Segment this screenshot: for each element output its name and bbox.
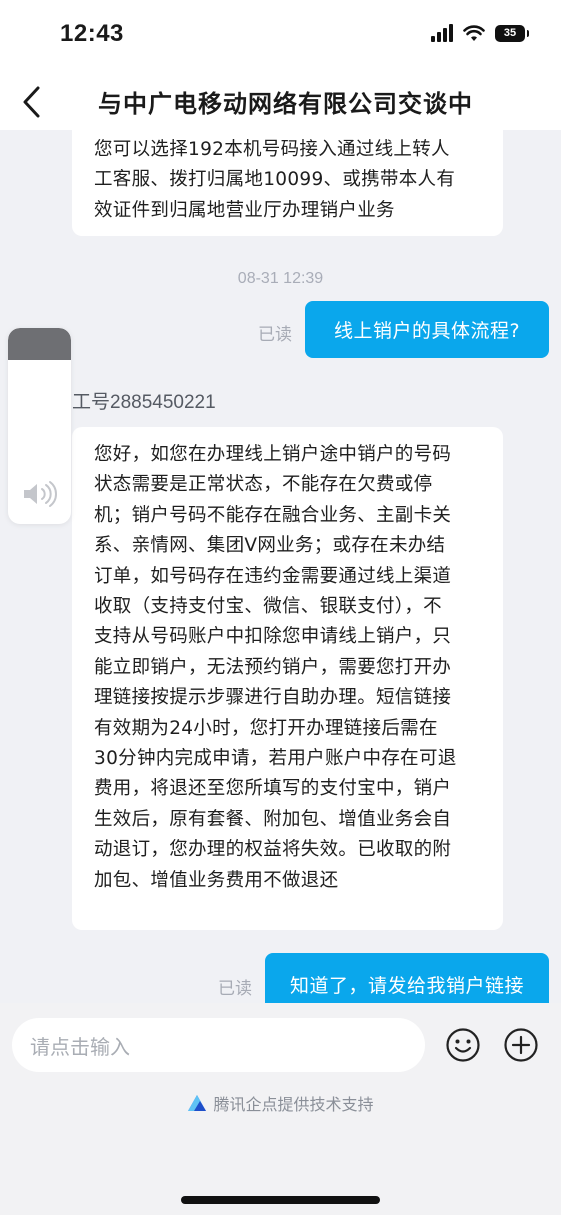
message-line: 加包、增值业务费用不做退还 bbox=[94, 869, 339, 891]
wifi-icon bbox=[463, 24, 485, 41]
message-line: 收取（支持支付宝、微信、银联支付），不 bbox=[94, 596, 442, 618]
message-line: 订单，如号码存在违约金需要通过线上渠道 bbox=[94, 565, 452, 587]
read-receipt: 已读 bbox=[218, 979, 252, 999]
message-text: 知道了，请发给我销户链接 bbox=[289, 974, 524, 997]
message-text: 线上销户的具体流程? bbox=[333, 320, 521, 342]
message-line: 能立即销户，无法预约销户，需要您打开办 bbox=[94, 656, 452, 678]
emoji-icon[interactable] bbox=[445, 1027, 481, 1063]
tencent-qidian-logo-icon bbox=[188, 1095, 207, 1111]
chat-messages[interactable]: 您可以选择192本机号码接入通过线上转人 工客服、拨打归属地10099、或携带本… bbox=[0, 130, 561, 1003]
message-line: 系、亲情网、集团V网业务；或存在未办结 bbox=[94, 535, 446, 557]
agent-name: 工号2885450221 bbox=[72, 392, 216, 413]
message-line: 30分钟内完成申请，若用户账户中存在可退 bbox=[94, 748, 457, 770]
message-line: 工客服、拨打归属地10099、或携带本人有 bbox=[94, 169, 456, 191]
powered-by-text: 腾讯企点提供技术支持 bbox=[213, 1095, 374, 1114]
widget-handle[interactable] bbox=[8, 328, 71, 360]
message-line: 您可以选择192本机号码接入通过线上转人 bbox=[94, 139, 450, 160]
message-input[interactable]: 请点击输入 bbox=[12, 1018, 425, 1072]
message-line: 理链接按提示步骤进行自助办理。短信链接 bbox=[94, 687, 452, 709]
status-time: 12:43 bbox=[60, 20, 124, 47]
battery-icon: 35 bbox=[495, 24, 529, 42]
message-line: 支持从号码账户中扣除您申请线上销户，只 bbox=[94, 626, 452, 648]
user-message-question[interactable]: 线上销户的具体流程? bbox=[305, 301, 549, 358]
agent-message-reply: 您好，如您在办理线上销户途中销户的号码 状态需要是正常状态，不能存在欠费或停 机… bbox=[72, 427, 503, 930]
home-indicator[interactable] bbox=[181, 1196, 380, 1204]
message-timestamp: 08-31 12:39 bbox=[237, 270, 324, 287]
message-line: 效证件到归属地营业厅办理销户业务 bbox=[94, 199, 395, 221]
message-line: 费用，将退还至您所填写的支付宝中，销户 bbox=[94, 778, 452, 800]
message-line: 生效后，原有套餐、附加包、增值业务会自 bbox=[94, 808, 452, 830]
message-line: 动退订，您办理的权益将失效。已收取的附 bbox=[94, 839, 452, 861]
speaker-icon bbox=[24, 481, 57, 507]
page-title: 与中广电移动网络有限公司交谈中 bbox=[98, 90, 473, 118]
message-line: 您好，如您在办理线上销户途中销户的号码 bbox=[94, 444, 452, 465]
input-area: 请点击输入 腾讯企点提供技术支持 bbox=[0, 1003, 561, 1215]
user-message-followup[interactable]: 知道了，请发给我销户链接 bbox=[265, 953, 549, 1003]
plus-icon[interactable] bbox=[503, 1027, 539, 1063]
status-icons: 35 bbox=[431, 24, 529, 42]
voice-float-widget[interactable] bbox=[8, 328, 71, 524]
chat-header: 与中广电移动网络有限公司交谈中 bbox=[0, 70, 561, 130]
powered-by: 腾讯企点提供技术支持 bbox=[0, 1091, 561, 1115]
message-line: 机；销户号码不能存在融合业务、主副卡关 bbox=[94, 504, 452, 526]
message-line: 有效期为24小时，您打开办理链接后需在 bbox=[94, 717, 438, 739]
signal-icon bbox=[431, 24, 453, 42]
battery-level: 35 bbox=[503, 27, 517, 39]
message-line: 状态需要是正常状态，不能存在欠费或停 bbox=[94, 474, 433, 496]
read-receipt: 已读 bbox=[258, 325, 292, 345]
status-bar: 12:43 35 bbox=[0, 0, 561, 70]
agent-message-previous: 您可以选择192本机号码接入通过线上转人 工客服、拨打归属地10099、或携带本… bbox=[72, 130, 503, 236]
